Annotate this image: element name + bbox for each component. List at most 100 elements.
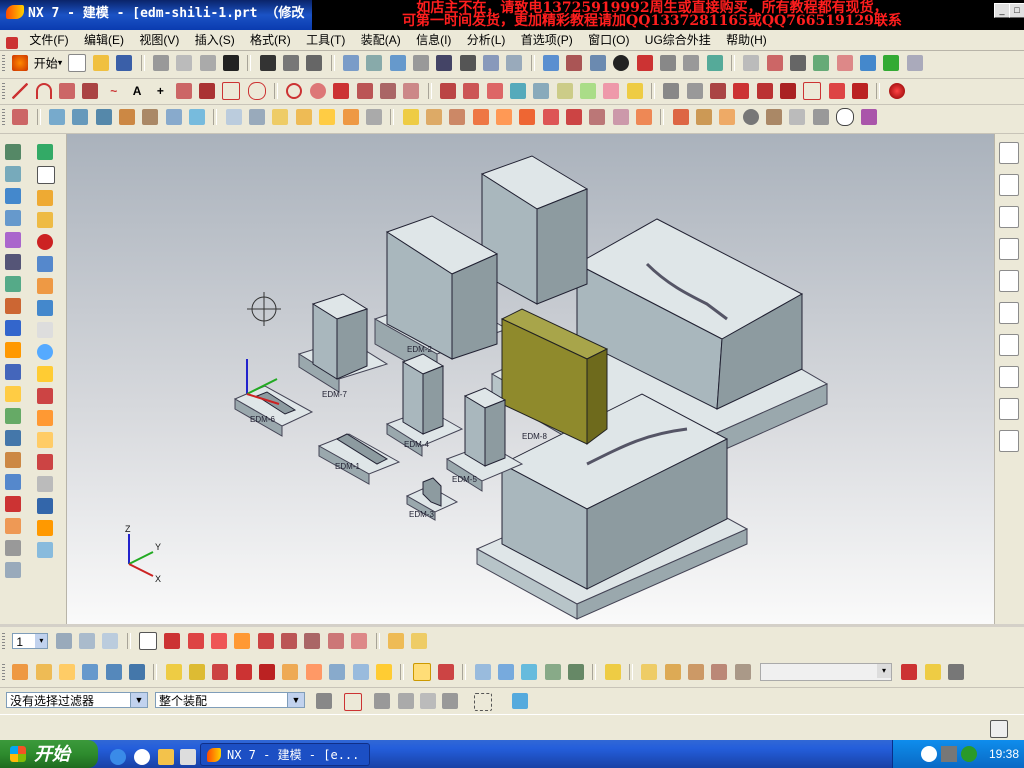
join-curve-icon[interactable] [379, 83, 396, 99]
misc-7-icon[interactable] [924, 664, 941, 680]
start-menu-button[interactable]: 开始 [0, 740, 98, 768]
edge-blend-icon[interactable] [402, 109, 419, 125]
mirror-icon[interactable] [852, 83, 869, 99]
box-feature-icon[interactable] [37, 212, 53, 228]
block-feature-icon[interactable] [37, 190, 53, 206]
text-icon[interactable]: A [129, 83, 145, 99]
menu-view[interactable]: 视图(V) [133, 30, 185, 50]
tilde-icon[interactable]: ~ [106, 83, 122, 99]
cube-select-icon[interactable] [512, 693, 528, 709]
snap-settings-icon[interactable] [604, 664, 621, 680]
volume-icon[interactable] [941, 746, 957, 762]
surface-1-icon[interactable] [49, 109, 66, 125]
feature-list-icon[interactable] [812, 109, 829, 125]
dim-5-icon[interactable] [259, 664, 276, 680]
chevron-down-icon[interactable]: ▼ [130, 693, 147, 707]
surface-2-icon[interactable] [72, 109, 89, 125]
globe-icon[interactable] [37, 344, 53, 360]
angle-icon[interactable] [37, 388, 53, 404]
snap-center-icon[interactable] [257, 633, 274, 649]
section-icon[interactable] [603, 83, 620, 99]
thicken-icon[interactable] [766, 109, 783, 125]
ruler-icon[interactable] [387, 633, 404, 649]
menu-info[interactable]: 信息(I) [410, 30, 457, 50]
mesh-icon[interactable] [119, 109, 136, 125]
trim-curve-icon[interactable] [439, 83, 456, 99]
menu-window[interactable]: 窗口(O) [582, 30, 635, 50]
graphics-window[interactable]: EDM-7 EDM-6 EDM-1 EDM-3 EDM-4 EDM-5 EDM-… [67, 134, 994, 624]
rectangle-select-icon[interactable] [474, 693, 492, 711]
offset-curve-icon[interactable] [199, 83, 216, 99]
edit-section-icon[interactable] [659, 55, 676, 71]
menu-edit[interactable]: 编辑(E) [78, 30, 130, 50]
browser-icon[interactable] [134, 749, 150, 765]
corner-icon[interactable] [756, 83, 773, 99]
offset-face-icon[interactable] [589, 109, 606, 125]
fullscreen-icon[interactable] [990, 720, 1008, 738]
undo-icon[interactable] [259, 55, 276, 71]
deselect-icon[interactable] [398, 693, 414, 709]
sphere-feature-icon[interactable] [37, 234, 53, 250]
system-materials-icon[interactable] [999, 398, 1019, 420]
xyz-icon[interactable] [333, 83, 350, 99]
layer-copy-icon[interactable] [102, 633, 119, 649]
project-curve-icon[interactable] [403, 83, 420, 99]
menu-analysis[interactable]: 分析(L) [461, 30, 512, 50]
highlight-2-icon[interactable] [437, 664, 454, 680]
layer-icon[interactable] [706, 55, 723, 71]
divide-curve-icon[interactable] [463, 83, 480, 99]
select-icon[interactable] [743, 55, 760, 71]
roles-icon[interactable] [999, 366, 1019, 388]
dim-8-icon[interactable] [329, 664, 346, 680]
magnify-icon[interactable] [413, 55, 430, 71]
new-icon[interactable] [67, 54, 86, 72]
fill-feature-icon[interactable] [37, 278, 53, 294]
misc-3-icon[interactable] [688, 664, 704, 680]
surface-icon[interactable] [883, 55, 900, 71]
surface-3-icon[interactable] [95, 109, 112, 125]
select-feature-icon[interactable] [12, 664, 29, 680]
unite-icon[interactable] [519, 109, 536, 125]
extend-icon[interactable] [733, 83, 750, 99]
edit-curve-icon[interactable] [509, 83, 526, 99]
subtract-icon[interactable] [542, 109, 559, 125]
snap-quadrant-icon[interactable] [281, 633, 298, 649]
menu-preferences[interactable]: 首选项(P) [515, 30, 579, 50]
component-2-icon[interactable] [5, 298, 21, 314]
model-view[interactable]: EDM-7 EDM-6 EDM-1 EDM-3 EDM-4 EDM-5 EDM-… [67, 134, 994, 624]
record-icon[interactable] [888, 83, 905, 99]
paste-icon[interactable] [199, 55, 216, 71]
cyl-2-icon[interactable] [5, 430, 21, 446]
render-style-icon[interactable] [543, 55, 560, 71]
view-triad-2-icon[interactable] [497, 664, 514, 680]
cylinder-icon[interactable] [5, 364, 21, 380]
box-icon[interactable] [5, 540, 21, 556]
protractor-icon[interactable] [411, 633, 428, 649]
block-icon[interactable] [5, 342, 21, 358]
sphere-body-icon[interactable] [742, 109, 759, 125]
sphere-prim-icon[interactable] [5, 408, 21, 424]
select-point-icon[interactable] [129, 664, 146, 680]
hand-icon[interactable] [37, 410, 53, 426]
datum-icon[interactable] [12, 109, 29, 125]
redo-icon[interactable] [283, 55, 300, 71]
navigator-icon[interactable] [37, 144, 53, 160]
point-set-icon[interactable] [175, 83, 192, 99]
dim-4-icon[interactable] [235, 664, 252, 680]
dim-2-icon[interactable] [189, 664, 206, 680]
select-type-icon[interactable] [420, 693, 436, 709]
history-icon[interactable] [861, 109, 878, 125]
snap-bounded-icon[interactable] [351, 633, 368, 649]
bridge-curve-icon[interactable] [356, 83, 373, 99]
cut-icon[interactable] [152, 55, 169, 71]
shield-icon[interactable] [961, 746, 977, 762]
fillet-icon[interactable] [780, 83, 797, 99]
menu-tools[interactable]: 工具(T) [300, 30, 351, 50]
start-icon[interactable] [12, 55, 29, 71]
bounded-plane-icon[interactable] [189, 109, 206, 125]
snap-intersect-icon[interactable] [234, 633, 251, 649]
dim-7-icon[interactable] [305, 664, 322, 680]
misc-4-icon[interactable] [711, 664, 728, 680]
replace-face-icon[interactable] [635, 109, 652, 125]
assembly-scope-combo[interactable]: 整个装配 ▼ [155, 692, 305, 708]
